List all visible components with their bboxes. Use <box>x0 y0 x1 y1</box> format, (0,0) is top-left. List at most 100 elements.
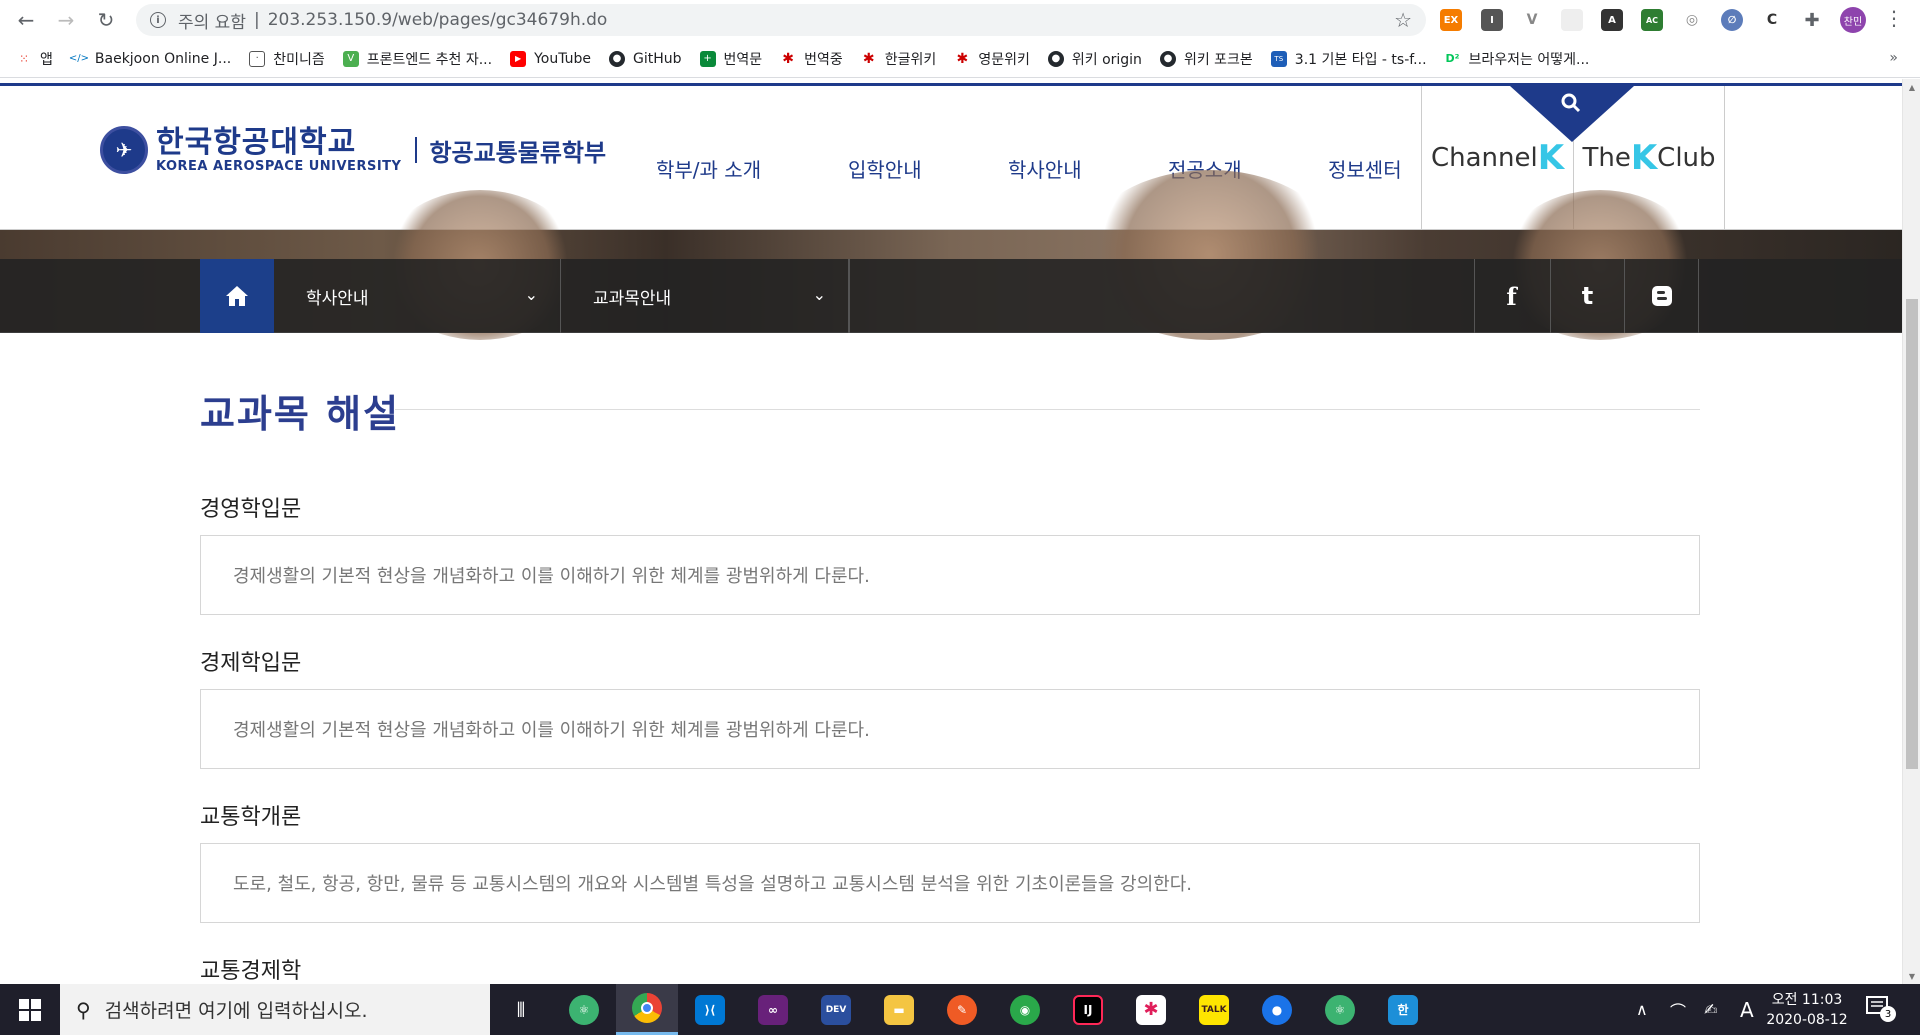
pen-icon[interactable]: ✍ <box>1704 984 1717 1035</box>
main-content: 교과목 해설 경영학입문 경제생활의 기본적 현상을 개념화하고 이를 이해하기… <box>200 379 1700 984</box>
url-text[interactable]: 203.253.150.9/web/pages/gc34679h.do <box>268 10 608 30</box>
browser-menu-icon[interactable]: ⋮ <box>1884 6 1904 30</box>
bookmark-label: GitHub <box>633 50 682 67</box>
info-icon[interactable]: i <box>150 12 166 28</box>
atom-app-icon[interactable]: ⚛ <box>553 984 615 1035</box>
page-viewport: ✈ 한국항공대학교 KOREA AEROSPACE UNIVERSITY 항공교… <box>0 79 1902 984</box>
back-icon[interactable]: ← <box>12 6 40 34</box>
profile-avatar[interactable]: 찬민 <box>1840 7 1866 33</box>
chevron-down-icon: ⌄ <box>812 285 826 304</box>
tray-chevron-icon[interactable]: ∧ <box>1636 984 1648 1035</box>
breadcrumb-level2[interactable]: 교과목안내 ⌄ <box>561 259 849 333</box>
bookmark-item[interactable]: ⁙ 앱 <box>16 49 53 69</box>
gnb-item[interactable]: 학사안내 <box>1008 154 1082 183</box>
breadcrumb-level2-label: 교과목안내 <box>593 288 672 309</box>
atom-app-icon[interactable]: ⚛ <box>1309 984 1371 1035</box>
channel-k-prefix: Channel <box>1430 143 1538 173</box>
bookmark-label: 브라우저는 어떻게... <box>1468 51 1590 68</box>
windows-logo-icon <box>19 998 41 1021</box>
extension-compass-icon[interactable]: ∅ <box>1721 9 1743 31</box>
chrome-app-icon[interactable] <box>616 984 678 1035</box>
extension-ex-icon[interactable]: EX <box>1440 9 1462 31</box>
scroll-thumb[interactable] <box>1906 299 1918 769</box>
slack-app-icon[interactable]: ✱ <box>1120 984 1182 1035</box>
intellij-app-icon[interactable]: IJ <box>1057 984 1119 1035</box>
security-label[interactable]: 주의 요함 <box>178 8 246 33</box>
gnb-item[interactable]: 입학안내 <box>848 154 922 183</box>
typescript-icon: TS <box>1270 50 1287 67</box>
bookmark-item[interactable]: ● GitHub <box>609 50 682 67</box>
bookmark-label: 프론트엔드 추천 자... <box>366 51 493 68</box>
bookmark-item[interactable]: ✱ 번역중 <box>780 49 843 69</box>
extension-info-icon[interactable]: I <box>1481 9 1503 31</box>
location-app-icon[interactable]: ● <box>1246 984 1308 1035</box>
bookmark-item[interactable]: + 번역문 <box>699 49 762 69</box>
course-description: 경제생활의 기본적 현상을 개념화하고 이를 이해하기 위한 체계를 광범위하게… <box>200 535 1700 615</box>
extension-blank-icon[interactable] <box>1561 9 1583 31</box>
course-name: 경영학입문 <box>200 497 302 522</box>
search-button[interactable] <box>1510 86 1634 142</box>
face-icon: · <box>249 50 266 67</box>
postman-app-icon[interactable]: ✎ <box>931 984 993 1035</box>
start-button[interactable] <box>0 984 60 1035</box>
extension-c-icon[interactable]: C <box>1761 9 1783 31</box>
bookmarks-overflow-icon[interactable]: » <box>1889 50 1898 66</box>
extension-vue-icon[interactable]: V <box>1521 9 1543 31</box>
bookmark-item[interactable]: V 프론트엔드 추천 자... <box>342 49 493 69</box>
kakaotalk-app-icon[interactable]: TALK <box>1183 984 1245 1035</box>
address-bar[interactable]: i 주의 요함 | 203.253.150.9/web/pages/gc3467… <box>136 4 1426 36</box>
bookmark-item[interactable]: ● 위키 포크본 <box>1159 49 1253 69</box>
extension-a-icon[interactable]: A <box>1601 9 1623 31</box>
bookmark-item[interactable]: </> Baekjoon Online J... <box>69 50 231 67</box>
home-button[interactable] <box>200 259 274 333</box>
github-icon: ● <box>609 50 625 67</box>
extensions-puzzle-icon[interactable]: ✚ <box>1801 9 1823 31</box>
twitter-icon[interactable]: t <box>1550 259 1624 333</box>
logo-korean: 한국항공대학교 <box>156 124 357 160</box>
file-explorer-icon[interactable]: ▬ <box>868 984 930 1035</box>
bookmark-item[interactable]: ✱ 한글위키 <box>860 49 936 69</box>
bookmark-item[interactable]: ▶ YouTube <box>510 50 591 67</box>
gnb-item[interactable]: 정보센터 <box>1328 154 1402 183</box>
visual-studio-app-icon[interactable]: ∞ <box>742 984 804 1035</box>
apps-grid-icon: ⁙ <box>16 50 32 67</box>
taskbar-search[interactable]: ⚲ 검색하려면 여기에 입력하십시오. <box>60 984 490 1035</box>
notification-icon[interactable]: 3 <box>1866 996 1896 1023</box>
bookmark-item[interactable]: D² 브라우저는 어떻게... <box>1444 49 1590 69</box>
extension-circle-icon[interactable]: ◎ <box>1681 9 1703 31</box>
department-name[interactable]: 항공교통물류학부 <box>429 133 606 168</box>
breadcrumb-level1[interactable]: 학사안내 ⌄ <box>274 259 561 333</box>
facebook-icon[interactable]: f <box>1474 259 1548 333</box>
blog-icon[interactable] <box>1624 259 1698 333</box>
vscode-app-icon[interactable]: ⟩⟨ <box>679 984 741 1035</box>
network-icon[interactable]: ⌒ <box>1670 984 1686 1035</box>
task-view-icon[interactable]: ⫴ <box>490 984 552 1035</box>
chevron-down-icon: ⌄ <box>524 285 538 304</box>
dev-app-icon[interactable]: DEV <box>805 984 867 1035</box>
breadcrumb-level1-label: 학사안내 <box>306 288 369 309</box>
reload-icon[interactable]: ↻ <box>92 6 120 34</box>
forward-icon[interactable]: → <box>52 6 80 34</box>
course-item: 경영학입문 경제생활의 기본적 현상을 개념화하고 이를 이해하기 위한 체계를… <box>200 485 1700 615</box>
youtube-icon: ▶ <box>510 50 527 67</box>
bookmark-star-icon[interactable]: ☆ <box>1394 8 1412 32</box>
scroll-down-icon[interactable]: ▼ <box>1903 968 1920 984</box>
bookmark-label: 3.1 기본 타입 - ts-f... <box>1294 51 1427 68</box>
bookmark-item[interactable]: ● 위키 origin <box>1047 49 1142 69</box>
bookmark-item[interactable]: TS 3.1 기본 타입 - ts-f... <box>1270 49 1427 69</box>
d2-icon: D² <box>1444 50 1461 67</box>
page-scrollbar[interactable]: ▲ ▼ <box>1902 79 1920 984</box>
bookmark-item[interactable]: ✱ 영문위키 <box>954 49 1030 69</box>
bookmark-item[interactable]: · 찬미니즘 <box>249 49 325 69</box>
clock-time: 오전 11:03 <box>1771 992 1843 1008</box>
gnb-item[interactable]: 학부/과 소개 <box>656 154 761 183</box>
hangul-app-icon[interactable]: 한 <box>1372 984 1434 1035</box>
logo-divider <box>415 137 418 163</box>
course-name: 교통경제학 <box>200 959 302 984</box>
taskbar-clock[interactable]: 오전 11:03 2020-08-12 <box>1762 990 1852 1030</box>
university-logo[interactable]: ✈ 한국항공대학교 KOREA AEROSPACE UNIVERSITY 항공교… <box>100 126 606 174</box>
extension-ac-icon[interactable]: AC <box>1641 9 1663 31</box>
maps-app-icon[interactable]: ◉ <box>994 984 1056 1035</box>
scroll-up-icon[interactable]: ▲ <box>1903 79 1920 95</box>
ime-indicator[interactable]: A <box>1740 984 1754 1035</box>
